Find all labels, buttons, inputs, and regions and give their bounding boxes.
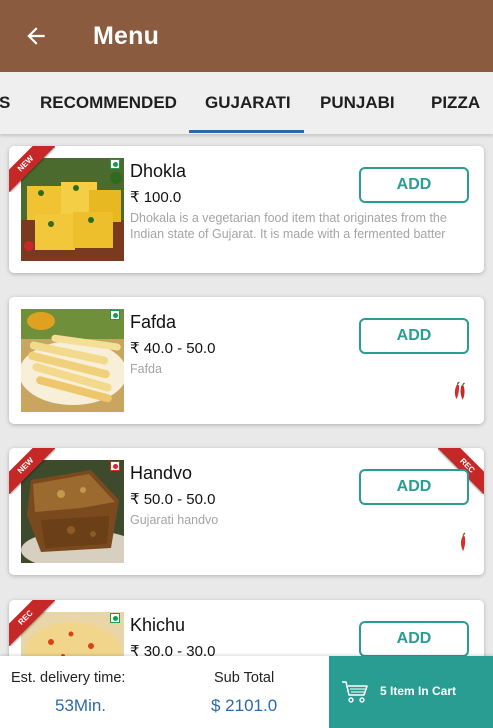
add-button[interactable]: ADD — [359, 621, 469, 657]
view-cart-button[interactable]: 5 Item In Cart — [329, 656, 493, 728]
item-description: Dhokala is a vegetarian food item that o… — [130, 211, 447, 241]
selected-tab-indicator — [189, 130, 304, 133]
item-price: ₹ 100.0 — [130, 189, 182, 206]
add-button[interactable]: ADD — [359, 469, 469, 505]
category-tabs: S RECOMMENDED GUJARATI PUNJABI PIZZA — [0, 72, 493, 134]
menu-item-card[interactable]: Fafda ₹ 40.0 - 50.0 Fafda ADD — [9, 297, 484, 424]
shopping-cart-icon — [342, 681, 368, 703]
checkout-bar: Est. delivery time: 53Min. Sub Total $ 2… — [0, 656, 493, 728]
new-ribbon: NEW — [9, 146, 55, 192]
tab-pizza[interactable]: PIZZA — [431, 72, 480, 134]
tab-gujarati[interactable]: GUJARATI — [205, 72, 291, 134]
nonveg-indicator-icon — [110, 461, 120, 471]
item-description: Fafda — [130, 362, 162, 376]
veg-indicator-icon — [110, 310, 120, 320]
subtotal-value: $ 2101.0 — [211, 696, 278, 715]
tab-punjabi[interactable]: PUNJABI — [320, 72, 395, 134]
menu-item-card[interactable]: NEW Dhokla ₹ 100.0 Dhokala is a vegetari… — [9, 146, 484, 273]
menu-item-card[interactable]: NEW REC Handvo ₹ 50.0 - 50.0 Gujarati ha… — [9, 448, 484, 575]
back-button[interactable] — [20, 20, 52, 52]
add-button[interactable]: ADD — [359, 318, 469, 354]
page-title: Menu — [93, 22, 160, 50]
delivery-time-label: Est. delivery time: — [11, 670, 126, 686]
tab-recommended[interactable]: RECOMMENDED — [40, 72, 177, 134]
veg-indicator-icon — [110, 159, 120, 169]
app-bar: Menu — [0, 0, 493, 72]
cart-count-label: 5 Item In Cart — [380, 684, 457, 698]
veg-indicator-icon — [110, 613, 120, 623]
new-ribbon: NEW — [9, 448, 55, 494]
delivery-time-value: 53Min. — [55, 696, 107, 715]
item-name: Fafda — [130, 312, 177, 332]
chili-icon — [460, 532, 466, 552]
subtotal-label: Sub Total — [214, 670, 275, 686]
item-description: Gujarati handvo — [130, 513, 219, 527]
item-price: ₹ 50.0 - 50.0 — [130, 491, 216, 508]
item-name: Handvo — [130, 463, 193, 483]
tab-partial-left[interactable]: S — [0, 72, 10, 134]
item-name: Khichu — [130, 615, 186, 635]
add-button[interactable]: ADD — [359, 167, 469, 203]
item-price: ₹ 40.0 - 50.0 — [130, 340, 216, 357]
recommended-ribbon: REC — [9, 600, 55, 646]
item-name: Dhokla — [130, 161, 187, 181]
arrow-left-icon — [27, 27, 45, 45]
item-image — [21, 309, 124, 412]
chili-icon — [454, 381, 465, 400]
